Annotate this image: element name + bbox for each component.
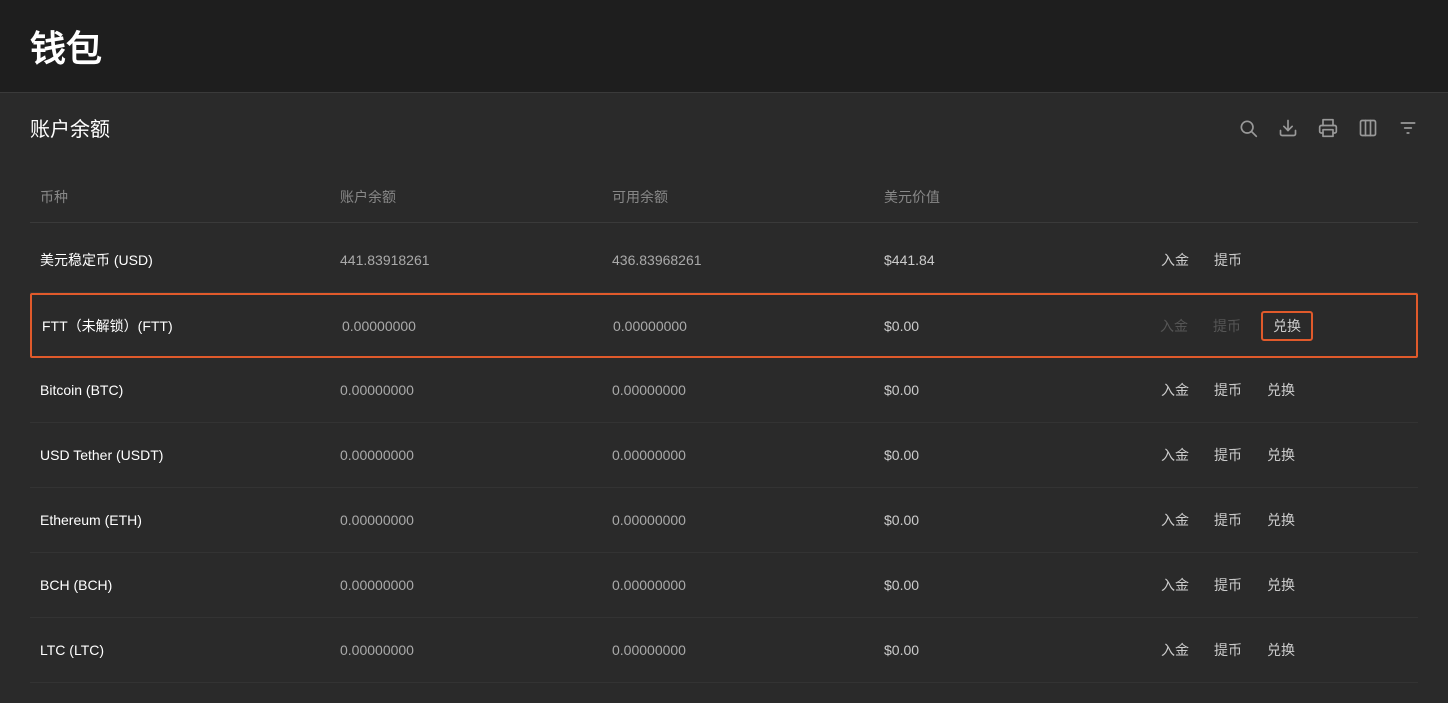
balance-usd: 441.83918261 bbox=[330, 237, 602, 283]
balance-bch: 0.00000000 bbox=[330, 562, 602, 608]
available-ltc: 0.00000000 bbox=[602, 627, 874, 673]
currency-eth: Ethereum (ETH) bbox=[30, 497, 330, 543]
header-actions bbox=[1146, 182, 1418, 212]
header-balance: 账户余额 bbox=[330, 182, 602, 212]
currency-usd: 美元稳定币 (USD) bbox=[30, 235, 330, 285]
actions-btc: 入金 提币 兑换 bbox=[1146, 363, 1418, 417]
withdraw-usdt-button[interactable]: 提币 bbox=[1209, 443, 1247, 467]
available-ftt: 0.00000000 bbox=[603, 303, 874, 349]
balance-usdt: 0.00000000 bbox=[330, 432, 602, 478]
currency-bch: BCH (BCH) bbox=[30, 562, 330, 608]
actions-ltc: 入金 提币 兑换 bbox=[1146, 623, 1418, 677]
page-header: 钱包 bbox=[0, 0, 1448, 93]
available-bch: 0.00000000 bbox=[602, 562, 874, 608]
currency-ltc: LTC (LTC) bbox=[30, 627, 330, 673]
deposit-bch-button[interactable]: 入金 bbox=[1156, 573, 1194, 597]
section-header: 账户余额 bbox=[30, 113, 1418, 152]
usdvalue-btc: $0.00 bbox=[874, 367, 1146, 413]
actions-eth: 入金 提币 兑换 bbox=[1146, 493, 1418, 547]
search-icon[interactable] bbox=[1238, 118, 1258, 138]
table-row-bch: BCH (BCH) 0.00000000 0.00000000 $0.00 入金… bbox=[30, 553, 1418, 618]
exchange-ltc-button[interactable]: 兑换 bbox=[1262, 638, 1300, 662]
currency-btc: Bitcoin (BTC) bbox=[30, 367, 330, 413]
deposit-btc-button[interactable]: 入金 bbox=[1156, 378, 1194, 402]
usdvalue-ltc: $0.00 bbox=[874, 627, 1146, 673]
usdvalue-eth: $0.00 bbox=[874, 497, 1146, 543]
available-usd: 436.83968261 bbox=[602, 237, 874, 283]
balance-eth: 0.00000000 bbox=[330, 497, 602, 543]
actions-bch: 入金 提币 兑换 bbox=[1146, 558, 1418, 612]
exchange-usdt-button[interactable]: 兑换 bbox=[1262, 443, 1300, 467]
actions-usd: 入金 提币 bbox=[1146, 233, 1418, 287]
deposit-usdt-button[interactable]: 入金 bbox=[1156, 443, 1194, 467]
wallet-table: 币种 账户余额 可用余额 美元价值 美元稳定币 (USD) 441.839182… bbox=[30, 172, 1418, 683]
table-row-ftt: FTT（未解锁）(FTT) 0.00000000 0.00000000 $0.0… bbox=[30, 293, 1418, 358]
table-row: 美元稳定币 (USD) 441.83918261 436.83968261 $4… bbox=[30, 228, 1418, 293]
deposit-eth-button[interactable]: 入金 bbox=[1156, 508, 1194, 532]
print-icon[interactable] bbox=[1318, 118, 1338, 138]
available-usdt: 0.00000000 bbox=[602, 432, 874, 478]
actions-ftt: 入金 提币 兑换 bbox=[1145, 296, 1416, 356]
deposit-usd-button[interactable]: 入金 bbox=[1156, 248, 1194, 272]
exchange-eth-button[interactable]: 兑换 bbox=[1262, 508, 1300, 532]
table-row-btc: Bitcoin (BTC) 0.00000000 0.00000000 $0.0… bbox=[30, 358, 1418, 423]
usdvalue-ftt: $0.00 bbox=[874, 303, 1145, 349]
exchange-bch-button[interactable]: 兑换 bbox=[1262, 573, 1300, 597]
available-eth: 0.00000000 bbox=[602, 497, 874, 543]
balance-btc: 0.00000000 bbox=[330, 367, 602, 413]
header-currency: 币种 bbox=[30, 182, 330, 212]
currency-usdt: USD Tether (USDT) bbox=[30, 432, 330, 478]
columns-icon[interactable] bbox=[1358, 118, 1378, 138]
table-row-ltc: LTC (LTC) 0.00000000 0.00000000 $0.00 入金… bbox=[30, 618, 1418, 683]
exchange-ftt-button[interactable]: 兑换 bbox=[1261, 311, 1313, 341]
actions-usdt: 入金 提币 兑换 bbox=[1146, 428, 1418, 482]
header-usd-value: 美元价值 bbox=[874, 182, 1146, 212]
main-content: 账户余额 bbox=[0, 93, 1448, 703]
usdvalue-bch: $0.00 bbox=[874, 562, 1146, 608]
withdraw-btc-button[interactable]: 提币 bbox=[1209, 378, 1247, 402]
download-icon[interactable] bbox=[1278, 118, 1298, 138]
deposit-ltc-button[interactable]: 入金 bbox=[1156, 638, 1194, 662]
withdraw-bch-button[interactable]: 提币 bbox=[1209, 573, 1247, 597]
header-available: 可用余额 bbox=[602, 182, 874, 212]
withdraw-eth-button[interactable]: 提币 bbox=[1209, 508, 1247, 532]
page-title: 钱包 bbox=[30, 20, 1418, 72]
filter-icon[interactable] bbox=[1398, 118, 1418, 138]
withdraw-usd-button[interactable]: 提币 bbox=[1209, 248, 1247, 272]
balance-ftt: 0.00000000 bbox=[332, 303, 603, 349]
table-row-usdt: USD Tether (USDT) 0.00000000 0.00000000 … bbox=[30, 423, 1418, 488]
withdraw-ltc-button[interactable]: 提币 bbox=[1209, 638, 1247, 662]
available-btc: 0.00000000 bbox=[602, 367, 874, 413]
section-title: 账户余额 bbox=[30, 113, 110, 142]
toolbar bbox=[1238, 118, 1418, 138]
usdvalue-usdt: $0.00 bbox=[874, 432, 1146, 478]
deposit-ftt-button: 入金 bbox=[1155, 314, 1193, 338]
exchange-btc-button[interactable]: 兑换 bbox=[1262, 378, 1300, 402]
balance-ltc: 0.00000000 bbox=[330, 627, 602, 673]
currency-ftt: FTT（未解锁）(FTT) bbox=[32, 301, 332, 351]
usdvalue-usd: $441.84 bbox=[874, 237, 1146, 283]
withdraw-ftt-button: 提币 bbox=[1208, 314, 1246, 338]
table-header: 币种 账户余额 可用余额 美元价值 bbox=[30, 172, 1418, 223]
table-row-eth: Ethereum (ETH) 0.00000000 0.00000000 $0.… bbox=[30, 488, 1418, 553]
